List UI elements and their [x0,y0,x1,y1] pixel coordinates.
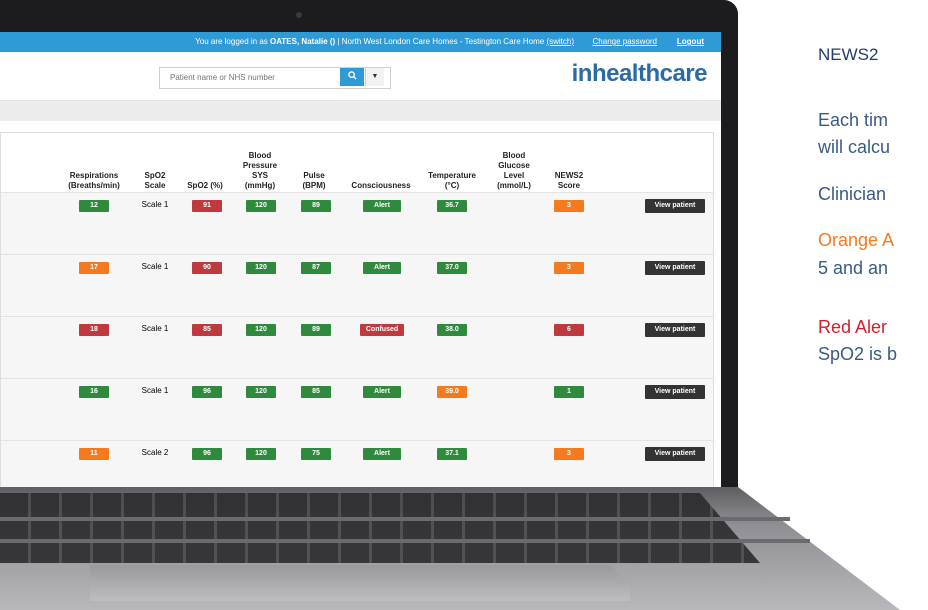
spo2-scale-text: Scale 1 [141,262,169,271]
camera-icon [296,12,302,18]
consciousness-badge: Alert [363,386,401,398]
orange-alert-label: Orange A [818,230,895,250]
pulse-badge: 85 [301,386,331,398]
respirations-badge: 17 [79,262,109,274]
table-row: 17 Scale 1 90 120 87 Alert 37.0 3 View patient [1,254,713,317]
spo2-badge: 91 [192,200,222,212]
table-row: 11 Scale 2 96 120 75 Alert 37.1 3 View patient [1,440,713,487]
col-temperature: Temperature (°C) [428,171,476,190]
spo2-badge: 85 [192,324,222,336]
view-patient-button[interactable]: View patient [645,261,705,275]
respirations-badge: 18 [79,324,109,336]
view-patient-button[interactable]: View patient [645,323,705,337]
news2-score-badge: 6 [554,324,584,336]
spo2-scale-text: Scale 2 [141,448,169,457]
spo2-badge: 96 [192,386,222,398]
spo2-scale-text: Scale 1 [141,200,169,209]
spo2-scale-text: Scale 1 [141,324,169,333]
temperature-badge: 38.0 [437,324,467,336]
blood-pressure-badge: 120 [246,386,276,398]
spo2-badge: 96 [192,448,222,460]
search-icon [347,71,357,80]
col-spo2: SpO2 (%) [187,181,223,190]
table-row: 18 Scale 1 85 120 89 Confused 38.0 6 View patien… [1,316,713,379]
brand-logo: inhealthcare [571,60,708,87]
consciousness-badge: Confused [360,324,404,336]
spo2-scale-text: Scale 1 [141,386,169,395]
side-text-3: Clinician [818,184,887,204]
view-patient-button[interactable]: View patient [645,385,705,399]
side-text-4: 5 and an [818,258,889,278]
side-text-2: will calcu [818,137,891,157]
pulse-badge: 87 [301,262,331,274]
col-consciousness: Consciousness [351,181,411,190]
pulse-badge: 89 [301,200,331,212]
pulse-badge: 75 [301,448,331,460]
col-blood-pressure: Blood Pressure SYS (mmHg) [242,151,278,190]
table-row: 16 Scale 1 96 120 85 Alert 39.0 1 View patient [1,378,713,441]
search-input[interactable] [160,68,340,86]
login-bar: You are logged in as OATES, Natalie () |… [0,32,721,52]
consciousness-badge: Alert [363,200,401,212]
keyboard-row-gap [0,517,790,521]
temperature-badge: 37.0 [437,262,467,274]
switch-link[interactable]: (switch) [546,37,574,46]
col-pulse: Pulse (BPM) [302,171,326,190]
search-options-button[interactable]: ▼ [365,68,384,86]
col-blood-glucose: Blood Glucose Level (mmol/L) [497,151,531,190]
red-alert-label: Red Aler [818,317,888,337]
news2-score-badge: 3 [554,262,584,274]
side-text-5: SpO2 is b [818,344,898,364]
view-patient-button[interactable]: View patient [645,447,705,461]
respirations-badge: 16 [79,386,109,398]
news2-score-badge: 3 [554,448,584,460]
patients-table: Respirations (Breaths/min) SpO2 Scale SpO2… [0,132,714,487]
col-respirations: Respirations (Breaths/min) [68,171,120,190]
temperature-badge: 37.1 [437,448,467,460]
side-title: NEWS2 [818,45,879,64]
blood-pressure-badge: 120 [246,200,276,212]
caret-down-icon: ▼ [371,73,379,80]
respirations-badge: 12 [79,200,109,212]
app-screen: You are logged in as OATES, Natalie () |… [0,32,721,487]
news2-score-badge: 1 [554,386,584,398]
login-message: You are logged in as OATES, Natalie () |… [195,37,574,46]
blood-pressure-badge: 120 [246,262,276,274]
respirations-badge: 11 [79,448,109,460]
laptop-base [0,487,928,610]
logout-link[interactable]: Logout [677,32,704,52]
temperature-badge: 39.0 [437,386,467,398]
blood-pressure-badge: 120 [246,448,276,460]
blood-pressure-badge: 120 [246,324,276,336]
search-button[interactable] [340,68,364,86]
consciousness-badge: Alert [363,448,401,460]
consciousness-badge: Alert [363,262,401,274]
sub-toolbar [0,101,721,121]
change-password-link[interactable]: Change password [593,32,657,52]
trackpad [90,565,630,601]
news2-score-badge: 3 [554,200,584,212]
temperature-badge: 36.7 [437,200,467,212]
spo2-badge: 90 [192,262,222,274]
user-name: OATES, Natalie () [270,37,336,46]
col-news2-score: NEWS2 Score [554,171,584,190]
keyboard [0,493,760,563]
col-spo2-scale: SpO2 Scale [144,171,166,190]
view-patient-button[interactable]: View patient [645,199,705,213]
side-text-1: Each tim [818,110,889,130]
patient-search: ▼ [159,67,391,89]
table-row: 12 Scale 1 91 120 89 Alert 36.7 3 View patient [1,192,713,255]
side-panel: NEWS2 Each tim will calcu Clinician Oran… [818,0,928,610]
keyboard-row-gap [0,539,810,543]
header: ▼ inhealthcare [0,52,721,101]
laptop-lid: You are logged in as OATES, Natalie () |… [0,0,738,520]
pulse-badge: 89 [301,324,331,336]
